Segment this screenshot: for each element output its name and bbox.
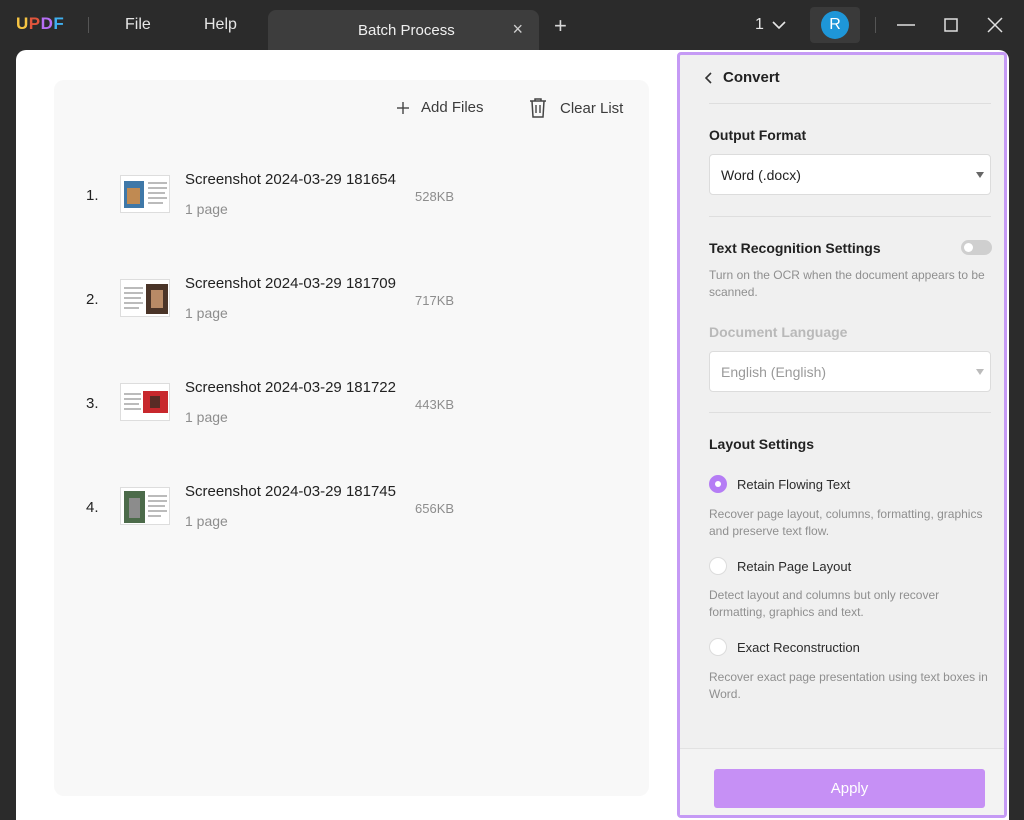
- file-name: Screenshot 2024-03-29 181654: [185, 171, 396, 188]
- file-thumbnail: [120, 487, 170, 525]
- radio-icon[interactable]: [709, 557, 727, 575]
- menu-help[interactable]: Help: [204, 16, 237, 34]
- radio-selected-icon[interactable]: [709, 475, 727, 493]
- file-index: 2.: [86, 291, 99, 308]
- file-index: 4.: [86, 499, 99, 516]
- avatar: R: [821, 11, 849, 39]
- file-thumbnail: [120, 383, 170, 421]
- titlebar-divider: [875, 17, 876, 33]
- file-thumbnail: [120, 175, 170, 213]
- ocr-toggle[interactable]: [961, 240, 992, 255]
- ocr-settings-label: Text Recognition Settings: [709, 240, 881, 256]
- caret-down-icon: [976, 172, 984, 178]
- file-size: 656KB: [415, 501, 455, 516]
- layout-settings-label: Layout Settings: [709, 436, 815, 452]
- convert-back-button[interactable]: Convert: [705, 69, 780, 86]
- option-label: Exact Reconstruction: [737, 639, 860, 655]
- page-count-value: 1: [755, 16, 764, 33]
- minimize-icon[interactable]: [893, 12, 919, 38]
- logo-letter-d: D: [40, 14, 54, 33]
- divider: [709, 103, 991, 104]
- chevron-left-icon: [705, 71, 712, 84]
- output-format-label: Output Format: [709, 127, 807, 143]
- file-size: 443KB: [415, 397, 455, 412]
- logo-letter-p: P: [28, 14, 41, 33]
- file-pages: 1 page: [185, 409, 228, 425]
- ocr-description: Turn on the OCR when the document appear…: [709, 268, 985, 299]
- radio-icon[interactable]: [709, 638, 727, 656]
- list-item[interactable]: 3. Screenshot 2024-03-29 181722 1 page 4…: [54, 363, 649, 443]
- chevron-down-icon: [772, 21, 786, 29]
- divider: [709, 216, 991, 217]
- page-count-dropdown[interactable]: 1: [755, 16, 786, 34]
- list-item[interactable]: 1. Screenshot 2024-03-29 181654 1 page 5…: [54, 155, 649, 235]
- output-format-select[interactable]: Word (.docx): [709, 154, 991, 195]
- divider: [709, 412, 991, 413]
- add-files-label: Add Files: [421, 99, 484, 116]
- close-window-icon[interactable]: [982, 12, 1008, 38]
- option-description: Recover exact page presentation using te…: [709, 670, 988, 701]
- file-name: Screenshot 2024-03-29 181722: [185, 379, 396, 396]
- file-pages: 1 page: [185, 513, 228, 529]
- maximize-icon[interactable]: [938, 12, 964, 38]
- clear-list-label: Clear List: [560, 99, 624, 117]
- option-retain-flowing-text[interactable]: Retain Flowing Text: [709, 475, 850, 493]
- logo-letter-f: F: [53, 14, 65, 33]
- plus-icon: [397, 101, 409, 114]
- option-exact-reconstruction[interactable]: Exact Reconstruction: [709, 638, 860, 656]
- user-avatar-button[interactable]: R: [810, 7, 860, 43]
- list-item[interactable]: 4. Screenshot 2024-03-29 181745 1 page 6…: [54, 467, 649, 547]
- file-name: Screenshot 2024-03-29 181745: [185, 483, 396, 500]
- panel-title: Convert: [723, 69, 780, 86]
- tab-batch-process[interactable]: Batch Process ×: [268, 10, 539, 50]
- file-size: 717KB: [415, 293, 455, 308]
- new-tab-plus-icon[interactable]: +: [554, 15, 567, 37]
- document-language-label: Document Language: [709, 324, 848, 340]
- option-label: Retain Page Layout: [737, 558, 852, 574]
- document-language-value: English (English): [721, 364, 827, 380]
- option-retain-page-layout[interactable]: Retain Page Layout: [709, 557, 851, 575]
- updf-logo: UPDF: [16, 14, 64, 34]
- logo-letter-u: U: [16, 14, 29, 33]
- output-format-value: Word (.docx): [721, 167, 801, 183]
- file-name: Screenshot 2024-03-29 181709: [185, 275, 396, 292]
- list-item[interactable]: 2. Screenshot 2024-03-29 181709 1 page 7…: [54, 259, 649, 339]
- title-bar: UPDF File Help Batch Process × + 1 R: [0, 0, 1024, 50]
- tab-label: Batch Process: [358, 22, 455, 39]
- file-index: 1.: [86, 187, 99, 204]
- option-description: Detect layout and columns but only recov…: [709, 588, 940, 619]
- toggle-knob: [964, 243, 973, 252]
- file-size: 528KB: [415, 189, 455, 204]
- trash-icon: [530, 98, 546, 118]
- file-pages: 1 page: [185, 305, 228, 321]
- option-label: Retain Flowing Text: [737, 476, 851, 492]
- file-index: 3.: [86, 395, 99, 412]
- option-description: Recover page layout, columns, formatting…: [709, 507, 983, 538]
- convert-settings-panel: Convert Output Format Word (.docx) Text …: [677, 52, 1007, 818]
- file-thumbnail: [120, 279, 170, 317]
- menu-file[interactable]: File: [125, 16, 151, 34]
- file-pages: 1 page: [185, 201, 228, 217]
- document-language-select[interactable]: English (English): [709, 351, 991, 392]
- clear-list-button[interactable]: Clear List: [528, 97, 623, 119]
- tab-close-icon[interactable]: ×: [512, 20, 523, 38]
- caret-down-icon: [976, 369, 984, 375]
- titlebar-divider: [88, 17, 89, 33]
- add-files-button[interactable]: Add Files: [397, 99, 484, 116]
- apply-button[interactable]: Apply: [714, 769, 985, 808]
